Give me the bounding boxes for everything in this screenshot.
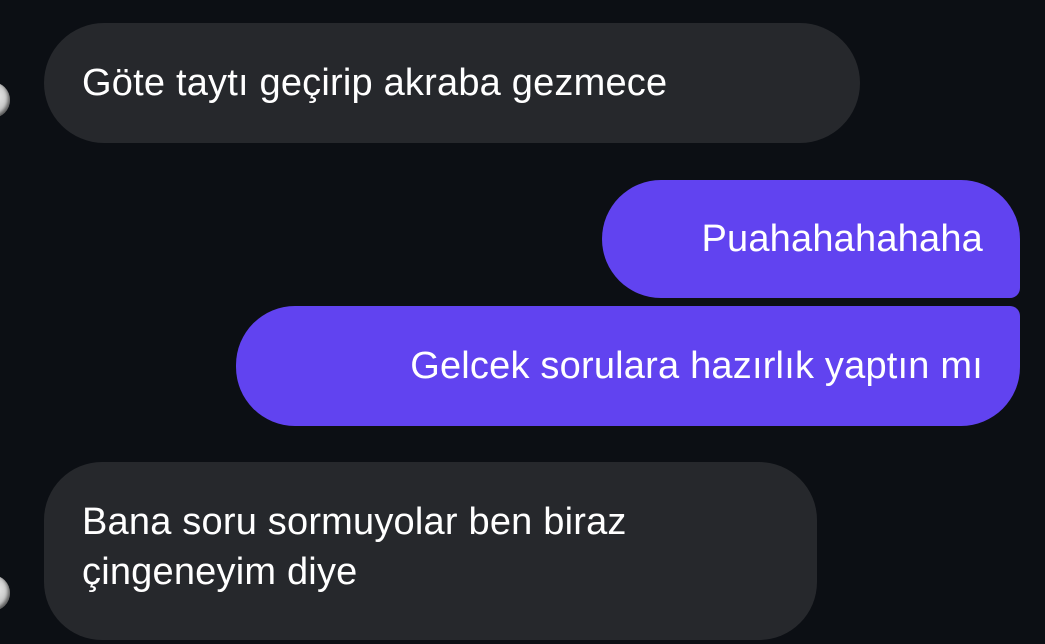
message-text: Puahahahahaha: [701, 218, 983, 260]
incoming-message-bubble[interactable]: Göte taytı geçirip akraba gezmece: [44, 23, 860, 143]
message-text-line: Bana soru sormuyolar ben biraz: [82, 501, 627, 543]
message-text: Göte taytı geçirip akraba gezmece: [82, 62, 668, 104]
message-text-line: çingeneyim diye: [82, 551, 358, 593]
incoming-message-bubble[interactable]: Bana soru sormuyolar ben biraz çingeneyi…: [44, 462, 817, 640]
chat-thread: Göte taytı geçirip akraba gezmece Puahah…: [0, 0, 1045, 644]
outgoing-message-bubble[interactable]: Gelcek sorulara hazırlık yaptın mı: [236, 306, 1020, 426]
contact-avatar-icon[interactable]: [0, 575, 10, 611]
message-text: Gelcek sorulara hazırlık yaptın mı: [410, 345, 983, 387]
contact-avatar-icon[interactable]: [0, 82, 10, 118]
outgoing-message-bubble[interactable]: Puahahahahaha: [602, 180, 1020, 298]
